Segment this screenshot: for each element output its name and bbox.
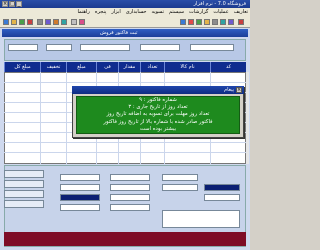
grid-col-amount[interactable]: مبلغ [66, 62, 96, 72]
description-field[interactable] [162, 174, 198, 181]
dialog-line: فاکتور صادر شده با شماره بالا از تاریخ ر… [103, 118, 213, 125]
sum-field[interactable] [60, 174, 100, 181]
credit-field[interactable] [204, 194, 240, 201]
lock-icon[interactable] [238, 19, 244, 25]
menu-item[interactable]: عملیات [213, 8, 228, 17]
remaining-field[interactable] [110, 204, 150, 211]
delete-icon[interactable] [27, 19, 33, 25]
new-icon[interactable] [3, 19, 9, 25]
grid-col-discount[interactable]: تخفیف [40, 62, 66, 72]
menu-item[interactable]: سیستم [169, 8, 184, 17]
dialog-line: شماره فاکتور : ۹ [139, 97, 177, 103]
seller-field[interactable] [162, 184, 198, 191]
customer-field[interactable] [80, 44, 130, 51]
dialog-title: پیغام [224, 87, 234, 93]
grid-scrollbar[interactable] [246, 72, 249, 164]
menu-item[interactable]: تعاریف [234, 8, 248, 17]
footer-tab[interactable] [4, 180, 44, 188]
folder-icon[interactable] [204, 19, 210, 25]
grid-col-total[interactable]: مبلغ کل [4, 62, 40, 72]
discount-sum-field[interactable] [60, 184, 100, 191]
calendar-icon[interactable] [212, 19, 218, 25]
menu-item[interactable]: گزارشات [189, 8, 208, 17]
footer-tab[interactable] [4, 190, 44, 198]
menu-item[interactable]: پنجره [95, 8, 107, 17]
customer-name-field[interactable] [140, 44, 180, 51]
dialog-titlebar [72, 86, 244, 94]
footer-tab[interactable] [4, 200, 44, 208]
toolbar [0, 17, 250, 28]
search-icon[interactable] [45, 19, 51, 25]
menu-item[interactable]: ابزار [111, 8, 120, 17]
invoice-number-field[interactable] [46, 44, 72, 51]
grid-col-count[interactable]: تعداد [140, 62, 164, 72]
tax-field[interactable] [60, 194, 100, 201]
print-icon[interactable] [37, 19, 43, 25]
dialog-line: بیشتر بوده است [139, 125, 177, 132]
open-icon[interactable] [11, 19, 17, 25]
balance-field[interactable] [204, 184, 240, 191]
window-title: فروشگاه 7.0 - نرم افزار [193, 1, 246, 7]
exit-icon[interactable] [188, 19, 194, 25]
chart-icon[interactable] [228, 19, 234, 25]
store-field[interactable] [190, 44, 234, 51]
dialog-line: تعداد روز مهلت برای تسویه به اضافه تاریخ… [106, 111, 210, 118]
mail-icon[interactable] [220, 19, 226, 25]
refresh-icon[interactable] [196, 19, 202, 25]
footer-tab[interactable] [4, 170, 44, 178]
minimize-window-button[interactable]: _ [16, 1, 22, 7]
report-icon[interactable] [53, 19, 59, 25]
grid-col-quantity[interactable]: مقدار [118, 62, 140, 72]
grid-col-code[interactable]: کد [210, 62, 246, 72]
save-icon[interactable] [19, 19, 25, 25]
maximize-window-button[interactable]: □ [9, 1, 15, 7]
status-strip [4, 232, 246, 246]
grid-col-item-name[interactable]: نام کالا [164, 62, 210, 72]
cheque-field[interactable] [110, 184, 150, 191]
help-icon[interactable] [180, 19, 186, 25]
dialog-line: تعداد روز از تاریخ جاری : ۳ [128, 104, 188, 111]
menu-item[interactable]: تسویه [152, 8, 165, 17]
calculator-icon[interactable] [61, 19, 67, 25]
notes-field[interactable] [162, 210, 240, 228]
dialog-message: شماره فاکتور : ۹ تعداد روز از تاریخ جاری… [78, 97, 238, 133]
cash-field[interactable] [110, 174, 150, 181]
form-title: ثبت فاکتور فروش [100, 30, 138, 36]
menu-item[interactable]: حسابداری [126, 8, 147, 17]
dialog-close-button[interactable]: × [236, 87, 242, 93]
menu-item[interactable]: راهنما [77, 8, 89, 17]
date-field[interactable] [8, 44, 38, 51]
grid-col-divider [40, 72, 41, 164]
settings-icon[interactable] [71, 19, 77, 25]
card-field[interactable] [110, 194, 150, 201]
close-window-button[interactable]: × [2, 1, 8, 7]
users-icon[interactable] [79, 19, 85, 25]
grid-col-divider [66, 72, 67, 164]
grid-col-unit-price[interactable]: فی [96, 62, 118, 72]
payable-field[interactable] [60, 204, 100, 211]
